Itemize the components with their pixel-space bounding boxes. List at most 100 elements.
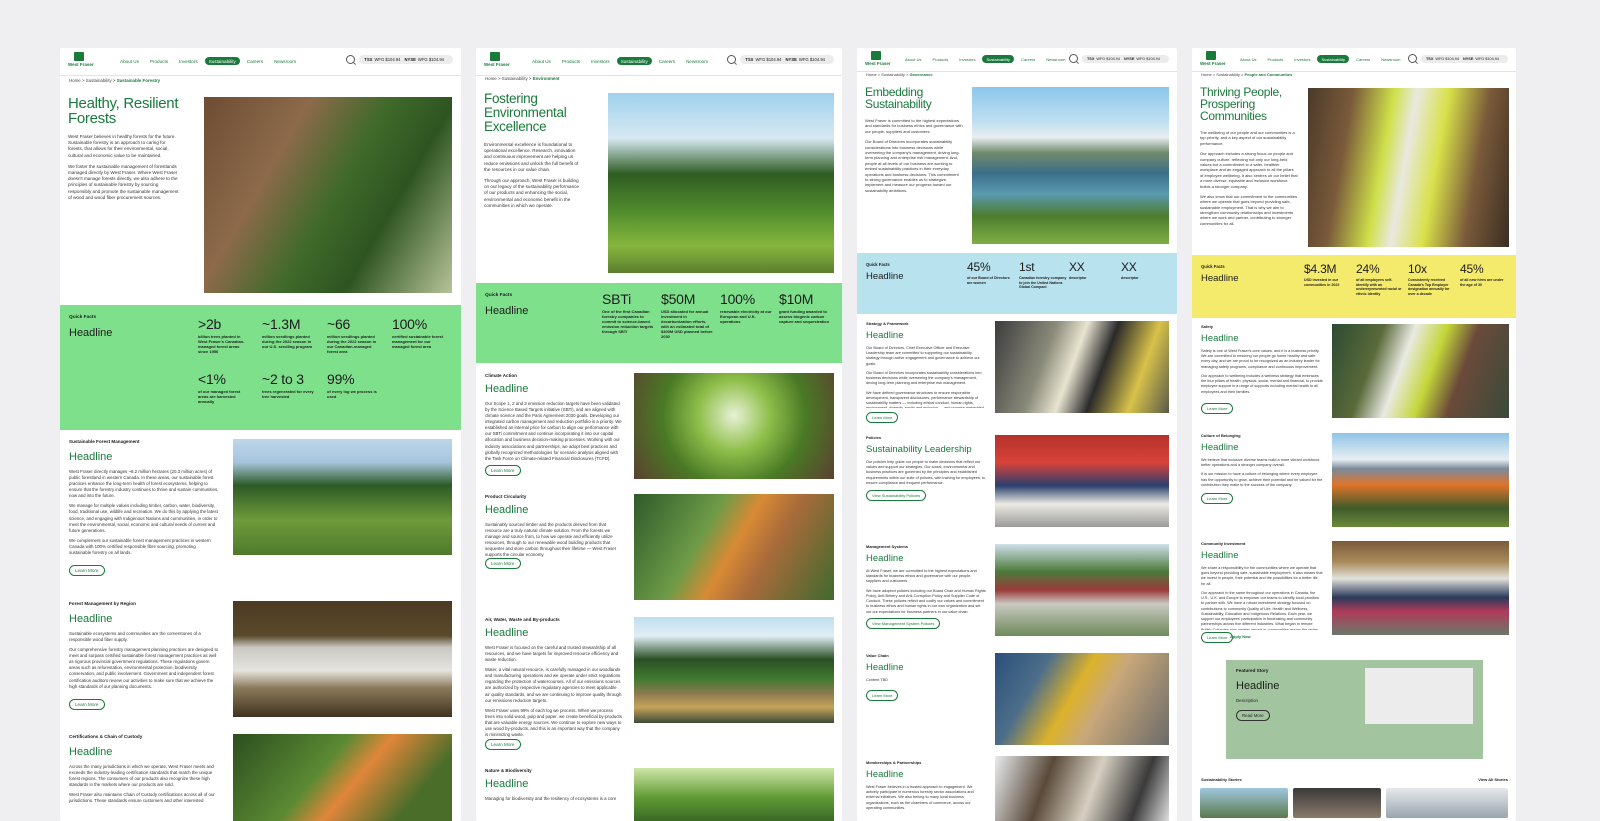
stat: 100% renewable electricity at our Europea… [720,291,772,325]
top-nav: West Fraser About Us Products Investors … [1192,48,1516,72]
logo[interactable]: West Fraser [484,52,510,70]
search-icon[interactable] [1068,54,1078,63]
nav-item-about-us[interactable]: About Us [116,57,143,65]
section-forest-management-by-region: Forest Management by Region Headline Sus… [60,601,461,721]
search-icon[interactable] [1407,54,1417,63]
nav-item-products[interactable]: Products [928,55,952,63]
stories-heading: Sustainability Stories [1201,777,1242,782]
section-climate-action: Climate Action Headline Our Scope 1, 2 a… [476,373,842,483]
nav-menu: About Us Products Investors Sustainabili… [116,57,300,66]
learn-more-button[interactable]: Learn More [485,558,521,569]
quick-facts: Quick Facts Headline SBTi One of the firs… [476,283,842,363]
logo[interactable]: West Fraser [68,52,94,70]
nav-item-sustainability[interactable]: Sustainability [982,55,1015,64]
stat: >2b billion trees planted in West Fraser'… [198,316,245,355]
nav-item-investors[interactable]: Investors [1290,55,1314,63]
page-title: Embedding Sustainability [865,85,932,112]
quick-facts: Quick Facts Headline >2b billion trees pl… [60,305,461,430]
stat: <1% of our managed forest areas are harve… [198,371,241,405]
section-sustainable-forest-management: Sustainable Forest Management Headline W… [60,439,461,589]
stat: 45% of all new hires are under the age of… [1460,262,1504,287]
nav-item-about-us[interactable]: About Us [528,57,555,65]
learn-more-button[interactable]: Learn More [69,699,105,710]
learn-more-button[interactable]: Learn More [1201,632,1234,643]
stat: $10M grant funding awarded to assess biog… [779,291,830,325]
nav-item-sustainability[interactable]: Sustainability [616,57,652,66]
learn-more-button[interactable]: Learn More [485,739,521,750]
mill-aerial-image [995,544,1169,636]
stock-tickers: TSX WFG $104.94 NYSE WFG $104.94 [1081,54,1169,63]
section-value-chain: Value Chain Headline Content TBD Learn M… [857,653,1177,753]
breadcrumb: Home > Sustainability > Environment [485,76,560,81]
nav-item-careers[interactable]: Careers [655,57,679,65]
forest-canopy-image [634,768,834,821]
view-management-system-policies-button[interactable]: View Management System Policies [866,618,941,629]
section-community-investment: Community Investment Headline We share a… [1192,541,1516,643]
nav-item-careers[interactable]: Careers [243,57,267,65]
stat: ~2 to 3 trees regenerated for every tree … [262,371,314,400]
stat: XX descriptor [1069,260,1087,281]
search-icon[interactable] [727,55,737,64]
page-title: Fostering Environmental Excellence [484,91,567,134]
featured-image-placeholder [1365,668,1473,724]
search-icon[interactable] [346,55,356,64]
worker-hardhat-image [995,321,1169,413]
loader-machine-image [995,653,1169,745]
nav-item-about-us[interactable]: About Us [1236,55,1260,63]
learn-more-button[interactable]: Learn More [485,465,521,476]
nav-item-products[interactable]: Products [1263,55,1287,63]
stat: XX descriptor [1121,260,1139,281]
section-nature-biodiversity: Nature & Biodiversity Headline Managing … [476,768,842,821]
learn-more-button[interactable]: Learn More [69,565,105,576]
forest-field-image [233,439,452,555]
nav-item-sustainability[interactable]: Sustainability [204,57,240,66]
section-management-systems: Management Systems Headline At West Fras… [857,544,1177,644]
nav-menu: About Us Products Investors Sustainabili… [1236,55,1404,64]
nav-item-about-us[interactable]: About Us [901,55,925,63]
intro-text: Environmental excellence is foundational… [484,142,579,208]
story-card-image[interactable] [1293,788,1381,818]
stat: $50M USD allocated for annual investment … [661,291,713,340]
nav-item-products[interactable]: Products [558,57,584,65]
learn-more-button[interactable]: Learn More [866,412,899,423]
learn-more-button[interactable]: Learn More [1201,493,1234,504]
stat: SBTi One of the first Canadian forestry c… [602,291,654,335]
logo[interactable]: West Fraser [865,51,891,69]
story-card-image[interactable] [1200,788,1288,818]
learn-more-button[interactable]: Learn More [1201,403,1234,414]
nav-item-sustainability[interactable]: Sustainability [1317,55,1350,64]
worker-smiling-image [1332,324,1509,418]
read-more-button[interactable]: Read More [1236,710,1270,721]
nav-item-investors[interactable]: Investors [587,57,614,65]
river-image [634,617,834,723]
nav-item-newsroom[interactable]: Newsroom [1042,55,1069,63]
section-safety: Safety Headline Safety is one of West Fr… [1192,324,1516,424]
nav-item-careers[interactable]: Careers [1352,55,1374,63]
breadcrumb: Home > Sustainability > People and Commu… [1201,72,1293,77]
intro-text: West Fraser is committed to the highest … [865,118,963,193]
logo-icon [74,52,84,61]
logo[interactable]: West Fraser [1200,51,1226,69]
nav-item-investors[interactable]: Investors [175,57,202,65]
nav-item-products[interactable]: Products [146,57,172,65]
apply-now-link[interactable]: Apply Now [1230,634,1251,639]
nav-item-careers[interactable]: Careers [1017,55,1039,63]
stat: ~1.3M million seedlings planted during th… [262,316,313,350]
section-product-circularity: Product Circularity Headline Sustainably… [476,494,842,604]
view-sustainability-policies-button[interactable]: View Sustainability Policies [866,490,927,501]
stat: 24% of all employees self-identify with a… [1356,262,1402,296]
nav-item-newsroom[interactable]: Newsroom [682,57,712,65]
page-environment: West Fraser About Us Products Investors … [476,48,842,821]
nav-menu: About Us Products Investors Sustainabili… [528,57,712,66]
learn-more-button[interactable]: Learn More [866,690,899,701]
view-all-stories-link[interactable]: View All Stories [1478,777,1508,782]
breadcrumb: Home > Sustainability > Governance [866,72,933,77]
logo-icon [1206,51,1216,60]
nav-item-newsroom[interactable]: Newsroom [270,57,300,65]
page-title: Healthy, Resilient Forests [68,95,179,128]
quick-facts: Quick Facts Headline $4.3M USD invested i… [1192,255,1516,318]
nav-item-investors[interactable]: Investors [955,55,979,63]
story-card-image[interactable] [1386,788,1508,818]
stat: 1st Canadian forestry company to join the… [1019,260,1067,290]
nav-item-newsroom[interactable]: Newsroom [1377,55,1404,63]
